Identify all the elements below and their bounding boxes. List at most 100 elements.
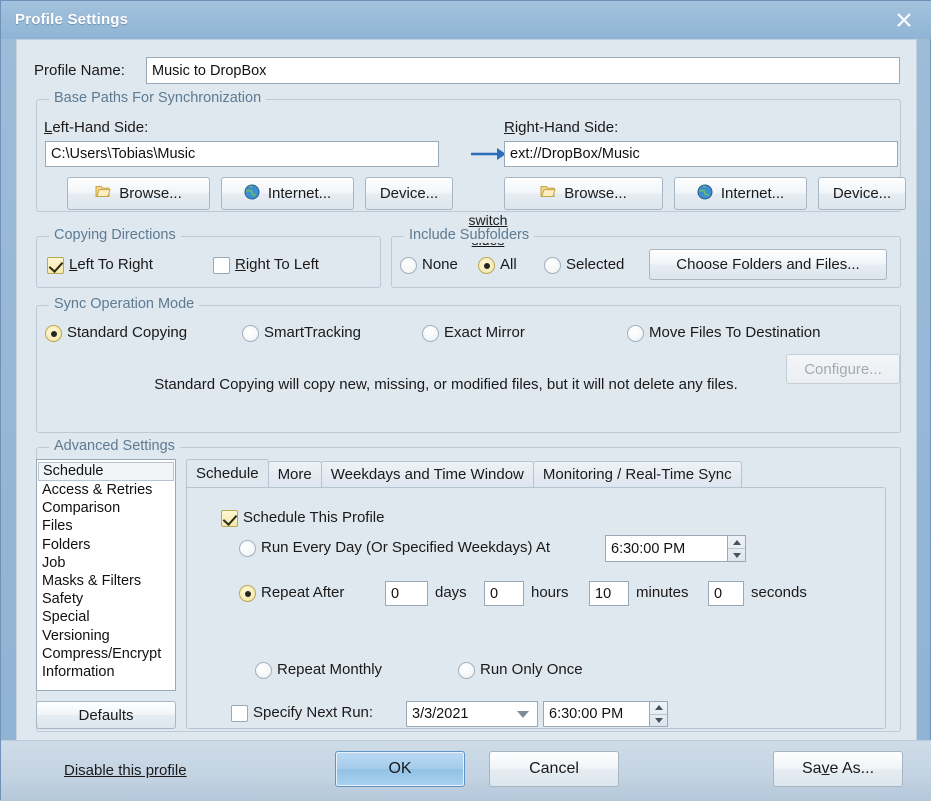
left-internet-label: Internet...: [268, 185, 331, 202]
spinner-up-icon[interactable]: [650, 702, 667, 715]
close-icon[interactable]: [882, 5, 926, 35]
subfolders-selected-radio[interactable]: [544, 257, 561, 274]
subfolders-selected-label: Selected: [566, 256, 624, 273]
globe-icon: [244, 184, 260, 204]
left-path-input[interactable]: C:\Users\Tobias\Music: [45, 141, 439, 167]
mode-smarttracking-radio[interactable]: [242, 325, 259, 342]
specify-next-run-label: Specify Next Run:: [253, 704, 373, 721]
globe-icon: [697, 184, 713, 204]
run-every-day-radio[interactable]: [239, 540, 256, 557]
subfolders-all-radio[interactable]: [478, 257, 495, 274]
schedule-tabstrip: Schedule More Weekdays and Time Window M…: [186, 459, 741, 487]
right-to-left-checkbox[interactable]: [213, 257, 230, 274]
right-internet-label: Internet...: [721, 185, 784, 202]
spinner-down-icon[interactable]: [728, 549, 745, 561]
mode-move-files-radio[interactable]: [627, 325, 644, 342]
list-item[interactable]: Folders: [37, 536, 175, 554]
list-item[interactable]: Safety: [37, 590, 175, 608]
subfolders-none-label: None: [422, 256, 458, 273]
arrow-right-icon: [469, 144, 509, 169]
tab-more[interactable]: More: [268, 461, 322, 487]
switch-sides-link-line1[interactable]: switch: [466, 212, 510, 228]
repeat-monthly-radio[interactable]: [255, 662, 272, 679]
list-item[interactable]: Versioning: [37, 627, 175, 645]
list-item[interactable]: Special: [37, 608, 175, 626]
run-every-day-time-spin-buttons[interactable]: [727, 535, 746, 562]
sync-mode-description: Standard Copying will copy new, missing,…: [36, 376, 856, 393]
list-item[interactable]: Masks & Filters: [37, 572, 175, 590]
schedule-this-profile-checkbox[interactable]: [221, 510, 238, 527]
spinner-down-icon[interactable]: [650, 715, 667, 727]
advanced-settings-list[interactable]: Schedule Access & Retries Comparison Fil…: [36, 459, 176, 691]
mode-smarttracking-label: SmartTracking: [264, 324, 361, 341]
run-every-day-time-spinner[interactable]: 6:30:00 PM: [605, 535, 746, 562]
title-bar: Profile Settings: [1, 1, 931, 39]
repeat-after-label: Repeat After: [261, 584, 344, 601]
list-item[interactable]: Compress/Encrypt: [37, 645, 175, 663]
repeat-days-label: days: [435, 584, 467, 601]
next-run-time-spinner[interactable]: 6:30:00 PM: [543, 701, 668, 727]
save-as-button[interactable]: Save As...: [773, 751, 903, 787]
right-browse-label: Browse...: [564, 185, 627, 202]
folder-icon: [95, 184, 111, 203]
right-internet-button[interactable]: Internet...: [674, 177, 807, 210]
mode-standard-copying-radio[interactable]: [45, 325, 62, 342]
tab-weekdays-time-window[interactable]: Weekdays and Time Window: [321, 461, 534, 487]
ok-button[interactable]: OK: [335, 751, 465, 787]
repeat-seconds-label: seconds: [751, 584, 807, 601]
repeat-hours-input[interactable]: 0: [484, 581, 524, 606]
right-path-input[interactable]: ext://DropBox/Music: [504, 141, 898, 167]
repeat-minutes-label: minutes: [636, 584, 689, 601]
next-run-date-combo[interactable]: 3/3/2021: [406, 701, 538, 727]
left-to-right-label: Left To Right: [69, 256, 153, 273]
list-item[interactable]: Files: [37, 517, 175, 535]
left-to-right-checkbox[interactable]: [47, 257, 64, 274]
repeat-days-input[interactable]: 0: [385, 581, 428, 606]
repeat-monthly-label: Repeat Monthly: [277, 661, 382, 678]
tab-schedule[interactable]: Schedule: [186, 459, 269, 487]
disable-profile-link[interactable]: Disable this profile: [64, 762, 187, 779]
repeat-minutes-input[interactable]: 10: [589, 581, 629, 606]
repeat-hours-label: hours: [531, 584, 569, 601]
next-run-time-value[interactable]: 6:30:00 PM: [543, 701, 649, 727]
spinner-up-icon[interactable]: [728, 536, 745, 549]
specify-next-run-checkbox[interactable]: [231, 705, 248, 722]
mode-move-files-label: Move Files To Destination: [649, 324, 820, 341]
mode-standard-copying-label: Standard Copying: [67, 324, 187, 341]
schedule-this-profile-label: Schedule This Profile: [243, 509, 384, 526]
list-item[interactable]: Information: [37, 663, 175, 681]
subfolders-none-radio[interactable]: [400, 257, 417, 274]
run-every-day-time-value[interactable]: 6:30:00 PM: [605, 535, 727, 562]
left-browse-label: Browse...: [119, 185, 182, 202]
list-item[interactable]: Comparison: [37, 499, 175, 517]
dialog-footer: Disable this profile OK Cancel Save As..…: [1, 740, 931, 801]
list-item[interactable]: Job: [37, 554, 175, 572]
left-internet-button[interactable]: Internet...: [221, 177, 354, 210]
list-item[interactable]: Access & Retries: [37, 481, 175, 499]
repeat-seconds-input[interactable]: 0: [708, 581, 744, 606]
right-to-left-label: Right To Left: [235, 256, 319, 273]
subfolders-all-label: All: [500, 256, 517, 273]
choose-folders-files-button[interactable]: Choose Folders and Files...: [649, 249, 887, 280]
tab-monitoring-realtime-sync[interactable]: Monitoring / Real-Time Sync: [533, 461, 742, 487]
profile-name-input[interactable]: Music to DropBox: [146, 57, 900, 84]
profile-settings-window: Profile Settings Profile Name: Music to …: [0, 0, 931, 800]
left-browse-button[interactable]: Browse...: [67, 177, 210, 210]
chevron-down-icon[interactable]: [517, 711, 529, 718]
next-run-date-value: 3/3/2021: [412, 706, 468, 722]
folder-icon: [540, 184, 556, 203]
list-item[interactable]: Schedule: [38, 462, 174, 481]
mode-exact-mirror-label: Exact Mirror: [444, 324, 525, 341]
cancel-button[interactable]: Cancel: [489, 751, 619, 787]
include-subfolders-title: Include Subfolders: [404, 227, 534, 243]
run-only-once-radio[interactable]: [458, 662, 475, 679]
next-run-time-spin-buttons[interactable]: [649, 701, 668, 727]
repeat-after-radio[interactable]: [239, 585, 256, 602]
left-device-button[interactable]: Device...: [365, 177, 453, 210]
right-device-button[interactable]: Device...: [818, 177, 906, 210]
right-hand-side-label: Right-Hand Side:: [504, 119, 618, 136]
defaults-button[interactable]: Defaults: [36, 701, 176, 729]
run-every-day-label: Run Every Day (Or Specified Weekdays) At: [261, 539, 550, 556]
right-browse-button[interactable]: Browse...: [504, 177, 663, 210]
mode-exact-mirror-radio[interactable]: [422, 325, 439, 342]
